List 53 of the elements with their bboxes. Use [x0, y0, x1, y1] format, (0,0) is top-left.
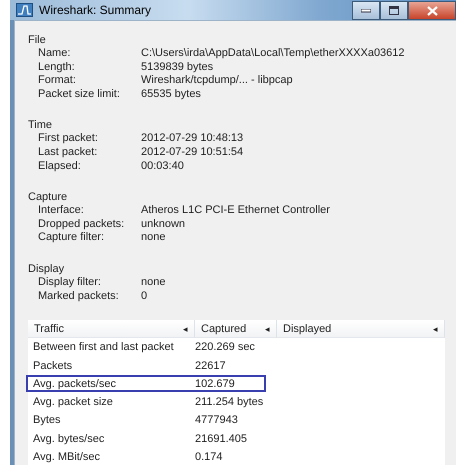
field-label: Last packet: — [38, 146, 98, 160]
column-header[interactable]: Displayed ◂ — [277, 320, 445, 338]
field-value: 2012-07-29 10:51:54 — [141, 146, 244, 160]
field-label: Dropped packets: — [38, 218, 126, 232]
field-label: Elapsed: — [38, 160, 82, 174]
field-value: none — [141, 231, 166, 245]
field-value: C:\Users\irda\AppData\Local\Temp\etherXXXXa03612 — [141, 47, 405, 61]
table-cell-text: 4777943 — [195, 414, 239, 426]
table-cell-text: Packets — [32, 360, 74, 372]
table-cell-text: Between first and last packet — [32, 341, 175, 354]
field-value: none — [141, 276, 166, 290]
minimize-button[interactable] — [352, 1, 380, 20]
field-label: Name: — [38, 47, 72, 61]
maximize-button[interactable] — [380, 1, 408, 20]
field-label: First packet: — [38, 132, 99, 146]
table-cell-text: 102.679 — [195, 378, 236, 390]
table-cell-text: Avg. packets/sec — [32, 378, 117, 390]
table-cell-text: Avg. bytes/sec — [32, 432, 106, 445]
section-heading: File — [28, 33, 46, 47]
field-label: Length: — [38, 60, 76, 74]
table-cell-text: 211.254 bytes — [195, 396, 264, 408]
table-cell-text: 220.269 sec — [195, 341, 256, 354]
table-cell-text: Bytes — [32, 414, 62, 426]
field-label: Packet size limit: — [38, 88, 121, 102]
field-value: 0 — [141, 290, 148, 304]
field-value: 00:03:40 — [141, 160, 184, 174]
section-heading: Display — [28, 262, 64, 276]
app-icon — [16, 3, 33, 17]
field-label: Interface: — [38, 204, 85, 218]
field-value: 5139839 bytes — [141, 60, 214, 74]
close-button[interactable] — [408, 1, 456, 20]
minimize-icon — [361, 8, 371, 12]
maximize-icon — [389, 6, 399, 15]
table-cell-text: Avg. MBit/sec — [32, 451, 102, 464]
section-heading: Capture — [28, 190, 68, 204]
window-title: Wireshark: Summary — [39, 3, 152, 17]
field-label: Marked packets: — [38, 290, 120, 304]
field-value: 2012-07-29 10:48:13 — [141, 132, 244, 146]
field-value: 65535 bytes — [141, 88, 201, 102]
table-cell-text: 0.174 — [195, 451, 224, 464]
field-label: Capture filter: — [38, 231, 106, 245]
table-cell-text: Avg. packet size — [32, 396, 114, 408]
table-cell-text: 22617 — [195, 360, 227, 372]
section-heading: Time — [28, 118, 52, 132]
field-label: Display filter: — [38, 276, 102, 290]
field-label: Format: — [38, 74, 77, 88]
column-header[interactable]: Traffic ◂ — [28, 320, 195, 338]
field-value: Wireshark/tcpdump/... - libpcap — [141, 74, 293, 88]
table-cell-text: 21691.405 — [195, 432, 248, 445]
column-header[interactable]: Captured ◂ — [195, 320, 277, 338]
field-value: unknown — [141, 218, 186, 232]
field-value: Atheros L1C PCI-E Ethernet Controller — [141, 204, 330, 218]
close-icon — [426, 6, 438, 16]
